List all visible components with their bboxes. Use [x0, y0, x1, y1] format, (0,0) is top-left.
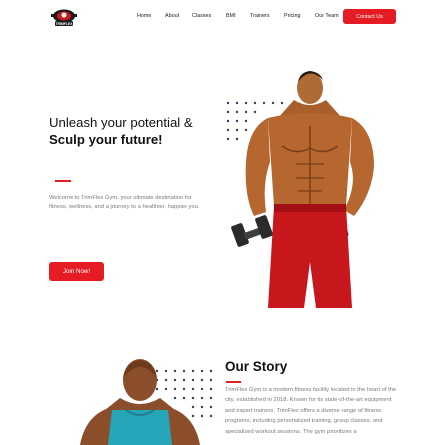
- hero-title-line2: Sculp your future!: [49, 132, 163, 147]
- nav-about[interactable]: About: [165, 13, 179, 19]
- nav-classes[interactable]: Classes: [192, 13, 211, 19]
- nav-bmi[interactable]: BMI: [226, 13, 236, 19]
- hero-title-line1: Unleash your potential &: [49, 115, 193, 130]
- join-now-button[interactable]: Join Now!: [49, 262, 104, 281]
- nav-home[interactable]: Home: [137, 13, 151, 19]
- hero-description: Welcome to TrimFlex Gym, your ultimate d…: [49, 195, 200, 210]
- hero-accent-line: [55, 180, 71, 182]
- top-navbar: TRIMFLEX Home About Classes BMI Trainers…: [0, 0, 446, 36]
- nav-pricing[interactable]: Pricing: [284, 13, 300, 19]
- left-dumbbell: [231, 215, 273, 247]
- story-trainer-image: [80, 359, 200, 445]
- story-title: Our Story: [225, 359, 288, 374]
- contact-us-button[interactable]: Contact Us: [343, 9, 396, 24]
- story-accent-line: [226, 381, 241, 383]
- nav-trainers[interactable]: Trainers: [250, 13, 270, 19]
- trimflex-logo[interactable]: TRIMFLEX: [48, 8, 80, 28]
- svg-text:TRIMFLEX: TRIMFLEX: [56, 22, 74, 26]
- story-text: TrimFlex Gym is a modern fitness facilit…: [225, 387, 397, 435]
- nav-our-team[interactable]: Our Team: [315, 13, 339, 19]
- hero-bodybuilder-image: [231, 71, 374, 308]
